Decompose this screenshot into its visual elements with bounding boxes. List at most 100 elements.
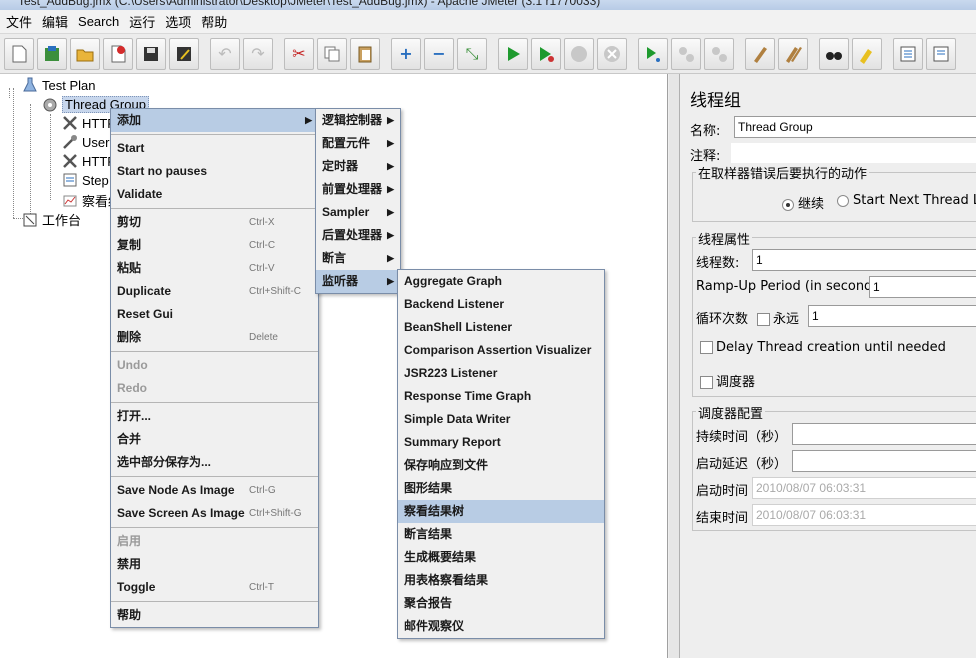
menu-options[interactable]: 选项 [163,12,199,31]
listener-menu-item-jsr223-listener[interactable]: JSR223 Listener [398,362,604,385]
context-menu-item-save-node-as-image[interactable]: Save Node As Image Ctrl-G [111,479,318,502]
listener-menu-item-summary-report[interactable]: Summary Report [398,431,604,454]
startup-delay-field[interactable] [792,450,976,472]
end-time-field[interactable]: 2010/08/07 06:03:31 [752,504,976,526]
menu-run[interactable]: 运行 [127,12,163,31]
add-menu-item-定时器[interactable]: 定时器 ▶ [316,155,400,178]
stop-icon[interactable] [564,37,594,70]
toggle-icon[interactable]: ⤡ [457,37,487,70]
listener-menu-item-beanshell-listener[interactable]: BeanShell Listener [398,316,604,339]
menu-search[interactable]: Search [76,14,127,29]
open-icon[interactable] [70,37,100,70]
comment-label: 注释: [690,149,721,164]
tree-node-step[interactable]: Step [62,172,109,188]
listener-menu-item-保存响应到文件[interactable]: 保存响应到文件 [398,454,604,477]
listener-menu-item-生成概要结果[interactable]: 生成概要结果 [398,546,604,569]
save-as-icon[interactable] [169,37,199,70]
listener-menu-item-邮件观察仪[interactable]: 邮件观察仪 [398,615,604,638]
listener-menu-item-聚合报告[interactable]: 聚合报告 [398,592,604,615]
paste-icon[interactable] [350,37,380,70]
forever-checkbox[interactable]: 永远 [757,308,799,327]
start-no-pauses-icon[interactable] [531,37,561,70]
split-pane-divider[interactable] [669,74,680,658]
scheduler-checkbox[interactable]: 调度器 [700,371,755,390]
context-menu-item-合并[interactable]: 合并 [111,428,318,451]
context-menu-item-reset-gui[interactable]: Reset Gui [111,303,318,326]
context-menu-item-启用[interactable]: 启用 [111,530,318,553]
listener-menu-item-图形结果[interactable]: 图形结果 [398,477,604,500]
listener-menu-item-断言结果[interactable]: 断言结果 [398,523,604,546]
context-menu-item-剪切[interactable]: 剪切 Ctrl-X [111,211,318,234]
context-menu-item-validate[interactable]: Validate [111,183,318,206]
duration-field[interactable] [792,423,976,445]
undo-icon[interactable]: ↶ [210,37,240,70]
threads-field[interactable]: 1 [752,249,976,271]
context-menu-item-undo[interactable]: Undo [111,354,318,377]
add-menu-item-逻辑控制器[interactable]: 逻辑控制器 ▶ [316,109,400,132]
listener-menu-item-simple-data-writer[interactable]: Simple Data Writer [398,408,604,431]
listener-menu-item-response-time-graph[interactable]: Response Time Graph [398,385,604,408]
clear-icon[interactable] [745,37,775,70]
context-menu-item-添加[interactable]: 添加 ▶ [111,109,318,132]
context-menu-item-toggle[interactable]: Toggle Ctrl-T [111,576,318,599]
context-menu-item-duplicate[interactable]: Duplicate Ctrl+Shift-C [111,280,318,303]
tree-node-http-2[interactable]: HTTP [62,153,116,169]
menu-edit[interactable]: 编辑 [40,12,76,31]
menu-help[interactable]: 帮助 [199,12,235,31]
tree-node-workbench[interactable]: 工作台 [22,210,81,229]
remote-start-icon[interactable] [638,37,668,70]
delay-creation-checkbox[interactable]: Delay Thread creation until needed [700,340,946,355]
listener-menu-item-用表格察看结果[interactable]: 用表格察看结果 [398,569,604,592]
add-menu-item-断言[interactable]: 断言 ▶ [316,247,400,270]
close-icon[interactable] [103,37,133,70]
context-menu-item-选中部分保存为[interactable]: 选中部分保存为... [111,451,318,474]
context-menu-item-删除[interactable]: 删除 Delete [111,326,318,349]
next-loop-radio[interactable]: Start Next Thread Loop [837,193,976,208]
new-icon[interactable] [4,37,34,70]
shutdown-icon[interactable] [597,37,627,70]
context-menu-item-复制[interactable]: 复制 Ctrl-C [111,234,318,257]
remote-shutdown-icon[interactable] [704,37,734,70]
start-time-field[interactable]: 2010/08/07 06:03:31 [752,477,976,499]
context-menu-item-粘贴[interactable]: 粘贴 Ctrl-V [111,257,318,280]
add-menu-item-监听器[interactable]: 监听器 ▶ [316,270,400,293]
context-menu-item-打开[interactable]: 打开... [111,405,318,428]
menu-file[interactable]: 文件 [4,12,40,31]
listener-menu-item-察看结果树[interactable]: 察看结果树 [398,500,604,523]
tree-node-http-1[interactable]: HTTP [62,115,116,131]
continue-radio[interactable]: 继续 [782,193,824,212]
context-menu-item-save-screen-as-image[interactable]: Save Screen As Image Ctrl+Shift-G [111,502,318,525]
copy-icon[interactable] [317,37,347,70]
clear-all-icon[interactable] [778,37,808,70]
remote-stop-icon[interactable] [671,37,701,70]
collapse-icon[interactable]: − [424,37,454,70]
name-field[interactable]: Thread Group [734,116,976,138]
start-icon[interactable] [498,37,528,70]
tree-node-user[interactable]: User [62,134,109,150]
loop-field[interactable]: 1 [808,305,976,327]
context-menu-item-redo[interactable]: Redo [111,377,318,400]
add-menu-item-配置元件[interactable]: 配置元件 ▶ [316,132,400,155]
listener-menu-item-aggregate-graph[interactable]: Aggregate Graph [398,270,604,293]
listener-menu-item-backend-listener[interactable]: Backend Listener [398,293,604,316]
context-menu-item-帮助[interactable]: 帮助 [111,604,318,627]
expand-icon[interactable]: + [391,37,421,70]
cut-icon[interactable]: ✂ [284,37,314,70]
templates-icon[interactable] [37,37,67,70]
context-menu-item-禁用[interactable]: 禁用 [111,553,318,576]
comment-field[interactable] [730,142,976,164]
reset-search-icon[interactable] [852,37,882,70]
add-menu-item-前置处理器[interactable]: 前置处理器 ▶ [316,178,400,201]
function-helper-icon[interactable] [893,37,923,70]
tree-node-test-plan[interactable]: Test Plan [22,77,95,93]
help-icon[interactable] [926,37,956,70]
save-icon[interactable] [136,37,166,70]
search-icon[interactable] [819,37,849,70]
listener-menu-item-comparison-assertion-visualizer[interactable]: Comparison Assertion Visualizer [398,339,604,362]
rampup-field[interactable]: 1 [869,276,976,298]
context-menu-item-start-no-pauses[interactable]: Start no pauses [111,160,318,183]
redo-icon[interactable]: ↷ [243,37,273,70]
add-menu-item-sampler[interactable]: Sampler ▶ [316,201,400,224]
add-menu-item-后置处理器[interactable]: 后置处理器 ▶ [316,224,400,247]
context-menu-item-start[interactable]: Start [111,137,318,160]
